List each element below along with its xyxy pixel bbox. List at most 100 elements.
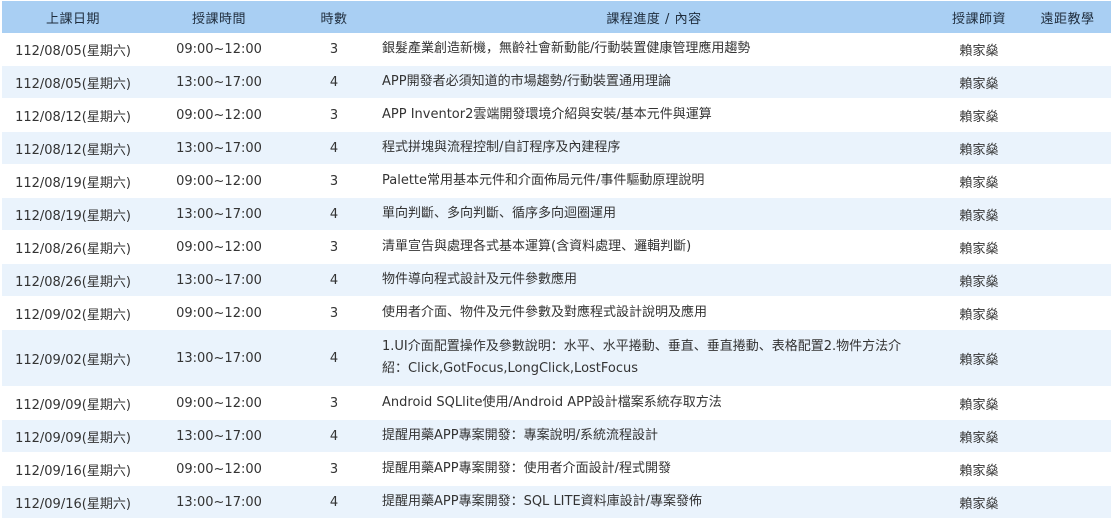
header-teacher: 授課師資	[934, 1, 1024, 33]
cell-hours: 3	[294, 33, 374, 66]
course-schedule: 上課日期 授課時間 時數 課程進度 / 內容 授課師資 遠距教學 112/08/…	[2, 1, 1111, 519]
cell-remote	[1024, 263, 1111, 297]
table-row: 112/09/02(星期六) 09:00~12:00 3 使用者介面、物件及元件參數及…	[2, 296, 1111, 330]
cell-remote	[1024, 419, 1111, 453]
cell-teacher: 賴家燊	[934, 329, 1024, 387]
cell-hours: 4	[294, 485, 374, 519]
cell-remote	[1024, 164, 1111, 198]
cell-teacher: 賴家燊	[934, 164, 1024, 198]
cell-teacher: 賴家燊	[934, 197, 1024, 231]
cell-content: 使用者介面、物件及元件參數及對應程式設計說明及應用	[374, 296, 934, 330]
cell-date: 112/08/26(星期六)	[2, 230, 144, 264]
cell-hours: 3	[294, 296, 374, 330]
cell-hours: 3	[294, 230, 374, 264]
cell-hours: 3	[294, 164, 374, 198]
cell-content: 提醒用藥APP專案開發：使用者介面設計/程式開發	[374, 452, 934, 486]
cell-teacher: 賴家燊	[934, 98, 1024, 132]
table-row: 112/08/05(星期六) 13:00~17:00 4 APP開發者必須知道的市場趨…	[2, 65, 1111, 99]
cell-time: 09:00~12:00	[144, 230, 294, 264]
cell-remote	[1024, 485, 1111, 519]
cell-time: 09:00~12:00	[144, 296, 294, 330]
cell-time: 09:00~12:00	[144, 33, 294, 66]
cell-teacher: 賴家燊	[934, 452, 1024, 486]
header-remote: 遠距教學	[1024, 1, 1111, 33]
cell-teacher: 賴家燊	[934, 263, 1024, 297]
cell-teacher: 賴家燊	[934, 33, 1024, 66]
header-content: 課程進度 / 內容	[374, 1, 934, 33]
cell-remote	[1024, 230, 1111, 264]
cell-teacher: 賴家燊	[934, 485, 1024, 519]
cell-remote	[1024, 65, 1111, 99]
cell-hours: 3	[294, 386, 374, 420]
cell-date: 112/08/12(星期六)	[2, 98, 144, 132]
table-row: 112/09/09(星期六) 13:00~17:00 4 提醒用藥APP專案開發：專案…	[2, 419, 1111, 453]
cell-date: 112/08/26(星期六)	[2, 263, 144, 297]
table-row: 112/08/12(星期六) 09:00~12:00 3 APP Inventor2雲…	[2, 98, 1111, 132]
cell-time: 13:00~17:00	[144, 65, 294, 99]
cell-content: 銀髮產業創造新機，無齡社會新動能/行動裝置健康管理應用趨勢	[374, 33, 934, 66]
cell-date: 112/09/02(星期六)	[2, 296, 144, 330]
cell-content: Android SQLlite使用/Android APP設計檔案系統存取方法	[374, 386, 934, 420]
cell-time: 09:00~12:00	[144, 98, 294, 132]
cell-teacher: 賴家燊	[934, 386, 1024, 420]
cell-content: 程式拼塊與流程控制/自訂程序及內建程序	[374, 131, 934, 165]
cell-content: 物件導向程式設計及元件參數應用	[374, 263, 934, 297]
cell-content: APP Inventor2雲端開發環境介紹與安裝/基本元件與運算	[374, 98, 934, 132]
cell-time: 13:00~17:00	[144, 263, 294, 297]
course-table: 上課日期 授課時間 時數 課程進度 / 內容 授課師資 遠距教學 112/08/…	[2, 1, 1111, 519]
header-date: 上課日期	[2, 1, 144, 33]
table-row: 112/08/26(星期六) 13:00~17:00 4 物件導向程式設計及元件參數應…	[2, 263, 1111, 297]
cell-hours: 4	[294, 263, 374, 297]
table-row: 112/08/12(星期六) 13:00~17:00 4 程式拼塊與流程控制/自訂程序…	[2, 131, 1111, 165]
cell-date: 112/08/05(星期六)	[2, 33, 144, 66]
cell-remote	[1024, 98, 1111, 132]
table-row: 112/09/16(星期六) 09:00~12:00 3 提醒用藥APP專案開發：使用…	[2, 452, 1111, 486]
cell-time: 09:00~12:00	[144, 164, 294, 198]
cell-time: 13:00~17:00	[144, 197, 294, 231]
cell-hours: 4	[294, 65, 374, 99]
cell-remote	[1024, 329, 1111, 387]
cell-date: 112/09/16(星期六)	[2, 485, 144, 519]
cell-remote	[1024, 452, 1111, 486]
table-body: 112/08/05(星期六) 09:00~12:00 3 銀髮產業創造新機，無齡社會新…	[2, 33, 1111, 519]
cell-time: 13:00~17:00	[144, 131, 294, 165]
table-row: 112/08/19(星期六) 09:00~12:00 3 Palette常用基本元件和…	[2, 164, 1111, 198]
cell-time: 13:00~17:00	[144, 485, 294, 519]
header-time: 授課時間	[144, 1, 294, 33]
cell-date: 112/08/19(星期六)	[2, 197, 144, 231]
cell-remote	[1024, 33, 1111, 66]
cell-hours: 4	[294, 131, 374, 165]
cell-remote	[1024, 296, 1111, 330]
table-row: 112/09/09(星期六) 09:00~12:00 3 Android SQLlit…	[2, 386, 1111, 420]
cell-hours: 4	[294, 329, 374, 387]
cell-remote	[1024, 197, 1111, 231]
cell-teacher: 賴家燊	[934, 419, 1024, 453]
cell-content: 提醒用藥APP專案開發：專案說明/系統流程設計	[374, 419, 934, 453]
cell-content: Palette常用基本元件和介面佈局元件/事件驅動原理說明	[374, 164, 934, 198]
cell-content: 單向判斷、多向判斷、循序多向迴圈運用	[374, 197, 934, 231]
cell-hours: 4	[294, 197, 374, 231]
cell-time: 13:00~17:00	[144, 419, 294, 453]
cell-date: 112/09/09(星期六)	[2, 386, 144, 420]
cell-content: 1.UI介面配置操作及參數說明：水平、水平捲動、垂直、垂直捲動、表格配置2.物件…	[374, 329, 934, 387]
cell-time: 13:00~17:00	[144, 329, 294, 387]
cell-remote	[1024, 386, 1111, 420]
cell-teacher: 賴家燊	[934, 296, 1024, 330]
cell-hours: 4	[294, 419, 374, 453]
cell-date: 112/08/05(星期六)	[2, 65, 144, 99]
cell-teacher: 賴家燊	[934, 65, 1024, 99]
cell-content: 提醒用藥APP專案開發：SQL LITE資料庫設計/專案發佈	[374, 485, 934, 519]
table-row: 112/09/02(星期六) 13:00~17:00 4 1.UI介面配置操作及參數說…	[2, 329, 1111, 387]
cell-hours: 3	[294, 452, 374, 486]
cell-teacher: 賴家燊	[934, 230, 1024, 264]
cell-teacher: 賴家燊	[934, 131, 1024, 165]
cell-date: 112/09/02(星期六)	[2, 329, 144, 387]
table-row: 112/09/16(星期六) 13:00~17:00 4 提醒用藥APP專案開發：SQ…	[2, 485, 1111, 519]
cell-date: 112/09/09(星期六)	[2, 419, 144, 453]
cell-hours: 3	[294, 98, 374, 132]
cell-time: 09:00~12:00	[144, 452, 294, 486]
table-header-row: 上課日期 授課時間 時數 課程進度 / 內容 授課師資 遠距教學	[2, 1, 1111, 33]
cell-time: 09:00~12:00	[144, 386, 294, 420]
table-row: 112/08/19(星期六) 13:00~17:00 4 單向判斷、多向判斷、循序多向…	[2, 197, 1111, 231]
cell-date: 112/08/19(星期六)	[2, 164, 144, 198]
